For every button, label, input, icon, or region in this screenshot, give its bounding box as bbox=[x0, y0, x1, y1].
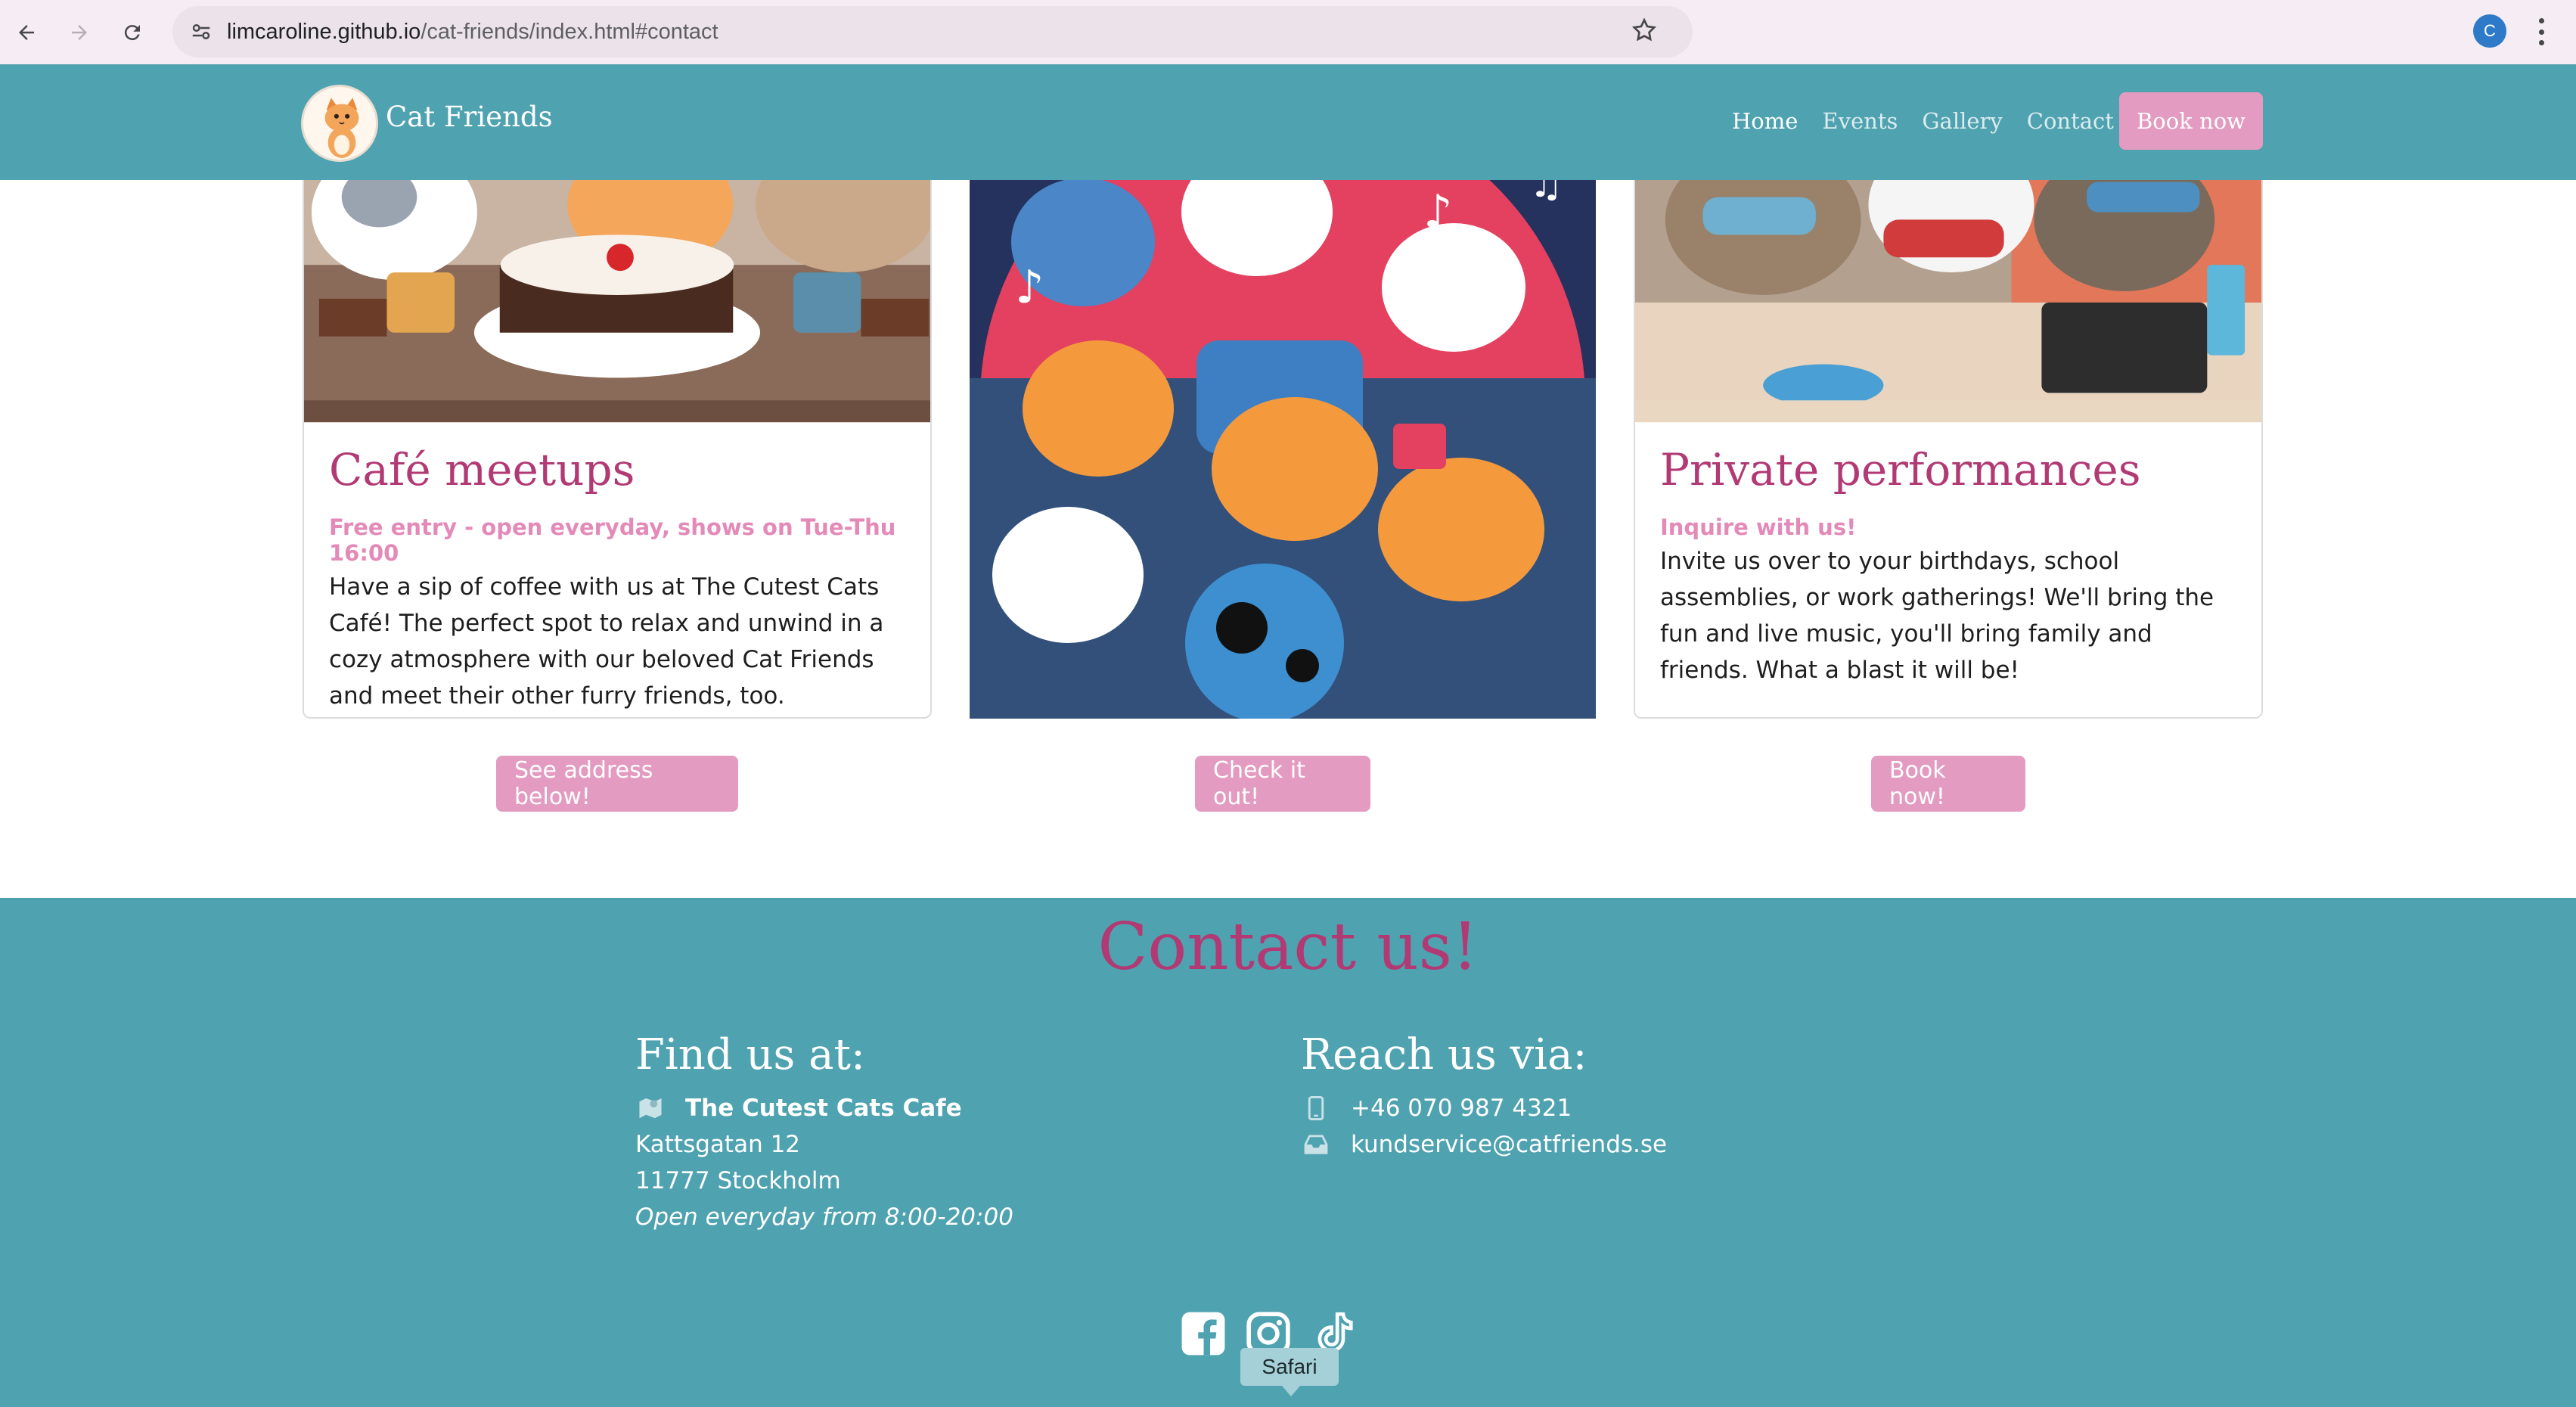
bookmark-star-icon[interactable] bbox=[1631, 17, 1661, 47]
cafe-illustration bbox=[304, 151, 930, 423]
city-line: 11777 Stockholm bbox=[635, 1163, 1013, 1199]
cafe-name: The Cutest Cats Cafe bbox=[685, 1095, 962, 1122]
card-body: Café meetups Free entry - open everyday,… bbox=[329, 446, 908, 714]
city-address: 11777 Stockholm bbox=[635, 1167, 841, 1194]
arrow-right-icon bbox=[72, 24, 87, 40]
svg-text:♪: ♪ bbox=[1015, 261, 1044, 314]
nav-events[interactable]: Events bbox=[1822, 108, 1898, 134]
contact-title: Contact us! bbox=[1097, 909, 1479, 985]
safari-tooltip: Safari bbox=[1240, 1348, 1339, 1396]
check-it-out-button[interactable]: Check it out! bbox=[1195, 756, 1370, 812]
cat-band-illustration: ♪ ♪ ♫ bbox=[970, 151, 1596, 719]
url-host: limcaroline.github.io bbox=[227, 19, 421, 44]
back-button[interactable] bbox=[0, 6, 53, 59]
nav-gallery[interactable]: Gallery bbox=[1922, 108, 2002, 134]
forward-button[interactable] bbox=[53, 6, 106, 59]
find-us-column: Find us at: The Cutest Cats Cafe Kattsga… bbox=[635, 1030, 1013, 1235]
phone-icon bbox=[1301, 1095, 1331, 1122]
card-title: Café meetups bbox=[329, 444, 635, 495]
reload-icon bbox=[124, 24, 140, 40]
see-address-button[interactable]: See address below! bbox=[496, 756, 738, 812]
browser-menu-icon[interactable] bbox=[2530, 14, 2553, 50]
band-image-card: ♪ ♪ ♫ bbox=[970, 151, 1599, 719]
card-text: Invite us over to your birthdays, school… bbox=[1660, 547, 2214, 684]
book-now-button[interactable]: Book now bbox=[2119, 92, 2263, 150]
street-address: Kattsgatan 12 bbox=[635, 1131, 801, 1158]
profile-avatar[interactable]: C bbox=[2473, 14, 2506, 48]
card-title: Private performances bbox=[1660, 444, 2141, 495]
site-settings-icon[interactable] bbox=[186, 17, 216, 47]
address-bar[interactable]: limcaroline.github.io/cat-friends/index.… bbox=[172, 6, 1693, 57]
card-text: Have a sip of coffee with us at The Cute… bbox=[329, 573, 884, 710]
reach-us-column: Reach us via: +46 070 987 4321 kundservi… bbox=[1301, 1030, 1667, 1163]
card-subtitle: Free entry - open everyday, shows on Tue… bbox=[329, 514, 896, 566]
email-address[interactable]: kundservice@catfriends.se bbox=[1351, 1126, 1667, 1163]
private-performances-card: Private performances Inquire with us! In… bbox=[1634, 151, 2263, 719]
cafe-name-line: The Cutest Cats Cafe bbox=[635, 1090, 1013, 1126]
site-header: Cat Friends Home Events Gallery Contact … bbox=[0, 64, 2576, 180]
facebook-icon[interactable] bbox=[1180, 1310, 1227, 1357]
street-line: Kattsgatan 12 bbox=[635, 1126, 1013, 1163]
card-body: Private performances Inquire with us! In… bbox=[1660, 446, 2239, 688]
url-path: /cat-friends/index.html#contact bbox=[421, 19, 718, 44]
opening-hours: Open everyday from 8:00-20:00 bbox=[635, 1204, 1013, 1231]
inbox-icon bbox=[1301, 1131, 1331, 1158]
book-now-card-button[interactable]: Book now! bbox=[1871, 756, 2025, 812]
main-nav: Home Events Gallery Contact bbox=[1732, 108, 2114, 134]
email-line: kundservice@catfriends.se bbox=[1301, 1126, 1667, 1163]
card-subtitle: Inquire with us! bbox=[1660, 514, 1857, 540]
contact-section: Contact us! Find us at: The Cutest Cats … bbox=[0, 898, 2576, 1407]
phone-line: +46 070 987 4321 bbox=[1301, 1090, 1667, 1126]
map-icon bbox=[635, 1095, 666, 1122]
cafe-meetups-card: Café meetups Free entry - open everyday,… bbox=[303, 151, 932, 719]
browser-toolbar: limcaroline.github.io/cat-friends/index.… bbox=[0, 0, 2576, 64]
phone-number[interactable]: +46 070 987 4321 bbox=[1351, 1090, 1572, 1126]
performance-illustration bbox=[1635, 151, 2261, 423]
reload-button[interactable] bbox=[106, 6, 159, 59]
nav-home[interactable]: Home bbox=[1732, 108, 1798, 134]
hours-line: Open everyday from 8:00-20:00 bbox=[635, 1199, 1013, 1235]
svg-text:♪: ♪ bbox=[1423, 185, 1452, 238]
cat-logo[interactable] bbox=[301, 85, 378, 162]
brand-name[interactable]: Cat Friends bbox=[386, 101, 553, 133]
nav-contact[interactable]: Contact bbox=[2027, 108, 2114, 134]
url-text: limcaroline.github.io/cat-friends/index.… bbox=[227, 20, 718, 45]
arrow-left-icon bbox=[19, 24, 34, 40]
find-us-heading: Find us at: bbox=[635, 1030, 865, 1079]
reach-us-heading: Reach us via: bbox=[1301, 1030, 1587, 1079]
